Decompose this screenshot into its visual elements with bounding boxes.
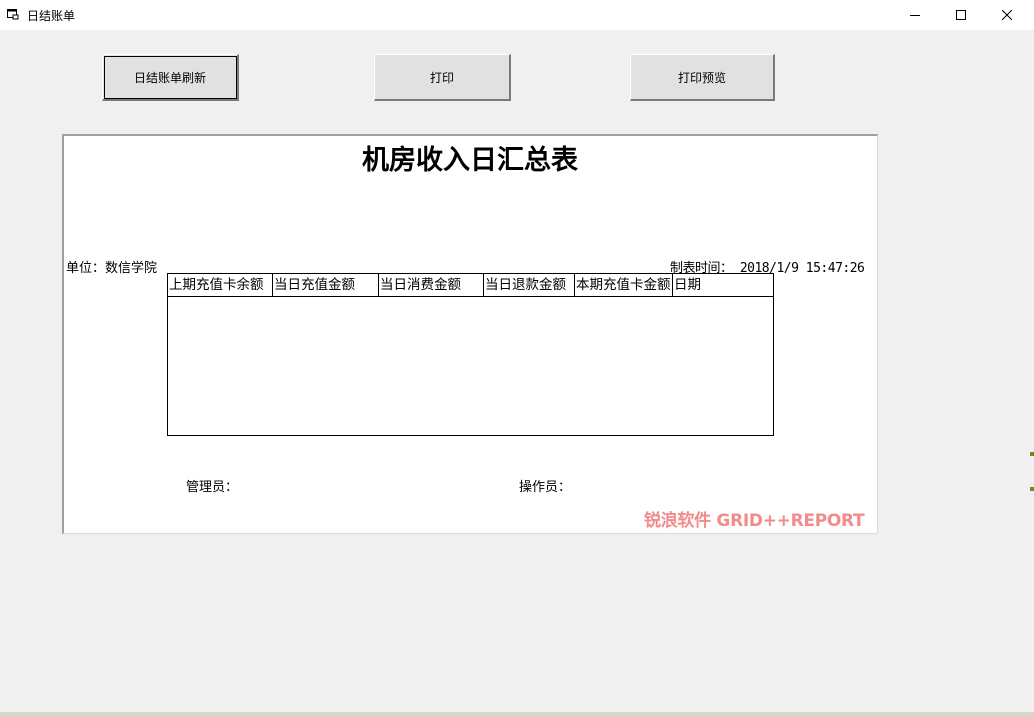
print-preview-button[interactable]: 打印预览 [630,54,775,101]
report-title: 机房收入日汇总表 [362,145,578,176]
operator-label: 操作员： [519,480,572,495]
unit-label: 单位：数信学院 [66,261,158,276]
column-header: 日期 [674,277,701,293]
report-grid: 上期充值卡余额 当日充值金额 当日消费金额 当日退款金额 本期充值卡金额 日期 [167,273,774,436]
column-header: 当日退款金额 [484,274,575,296]
minimize-button[interactable] [892,0,938,30]
print-button[interactable]: 打印 [374,54,511,101]
column-header: 当日消费金额 [379,274,484,296]
report-viewer[interactable]: 机房收入日汇总表 单位：数信学院 制表时间： 2018/1/9 15:47:26… [62,134,878,534]
edge-artifact [1030,452,1034,456]
bottom-edge [0,712,1034,717]
window-app-icon[interactable] [7,8,19,20]
client-area: 日结账单刷新 打印 打印预览 机房收入日汇总表 单位：数信学院 制表时间： 20… [0,30,1034,717]
window-title: 日结账单 [27,9,76,23]
close-button[interactable] [984,0,1030,30]
grid-header: 上期充值卡余额 当日充值金额 当日消费金额 当日退款金额 本期充值卡金额 日期 [168,274,773,297]
title-bar: 日结账单 [0,0,1034,30]
report-watermark: 锐浪软件 GRID++REPORT [644,511,865,531]
maximize-icon [956,10,966,20]
edge-artifact [1030,487,1034,491]
refresh-bill-button[interactable]: 日结账单刷新 [102,54,239,101]
column-header: 当日充值金额 [273,274,379,296]
column-header: 上期充值卡余额 [168,274,273,296]
close-icon [1002,10,1012,20]
admin-label: 管理员： [186,480,239,495]
column-header: 本期充值卡金额 [575,274,673,296]
minimize-icon [910,10,920,20]
maximize-button[interactable] [938,0,984,30]
